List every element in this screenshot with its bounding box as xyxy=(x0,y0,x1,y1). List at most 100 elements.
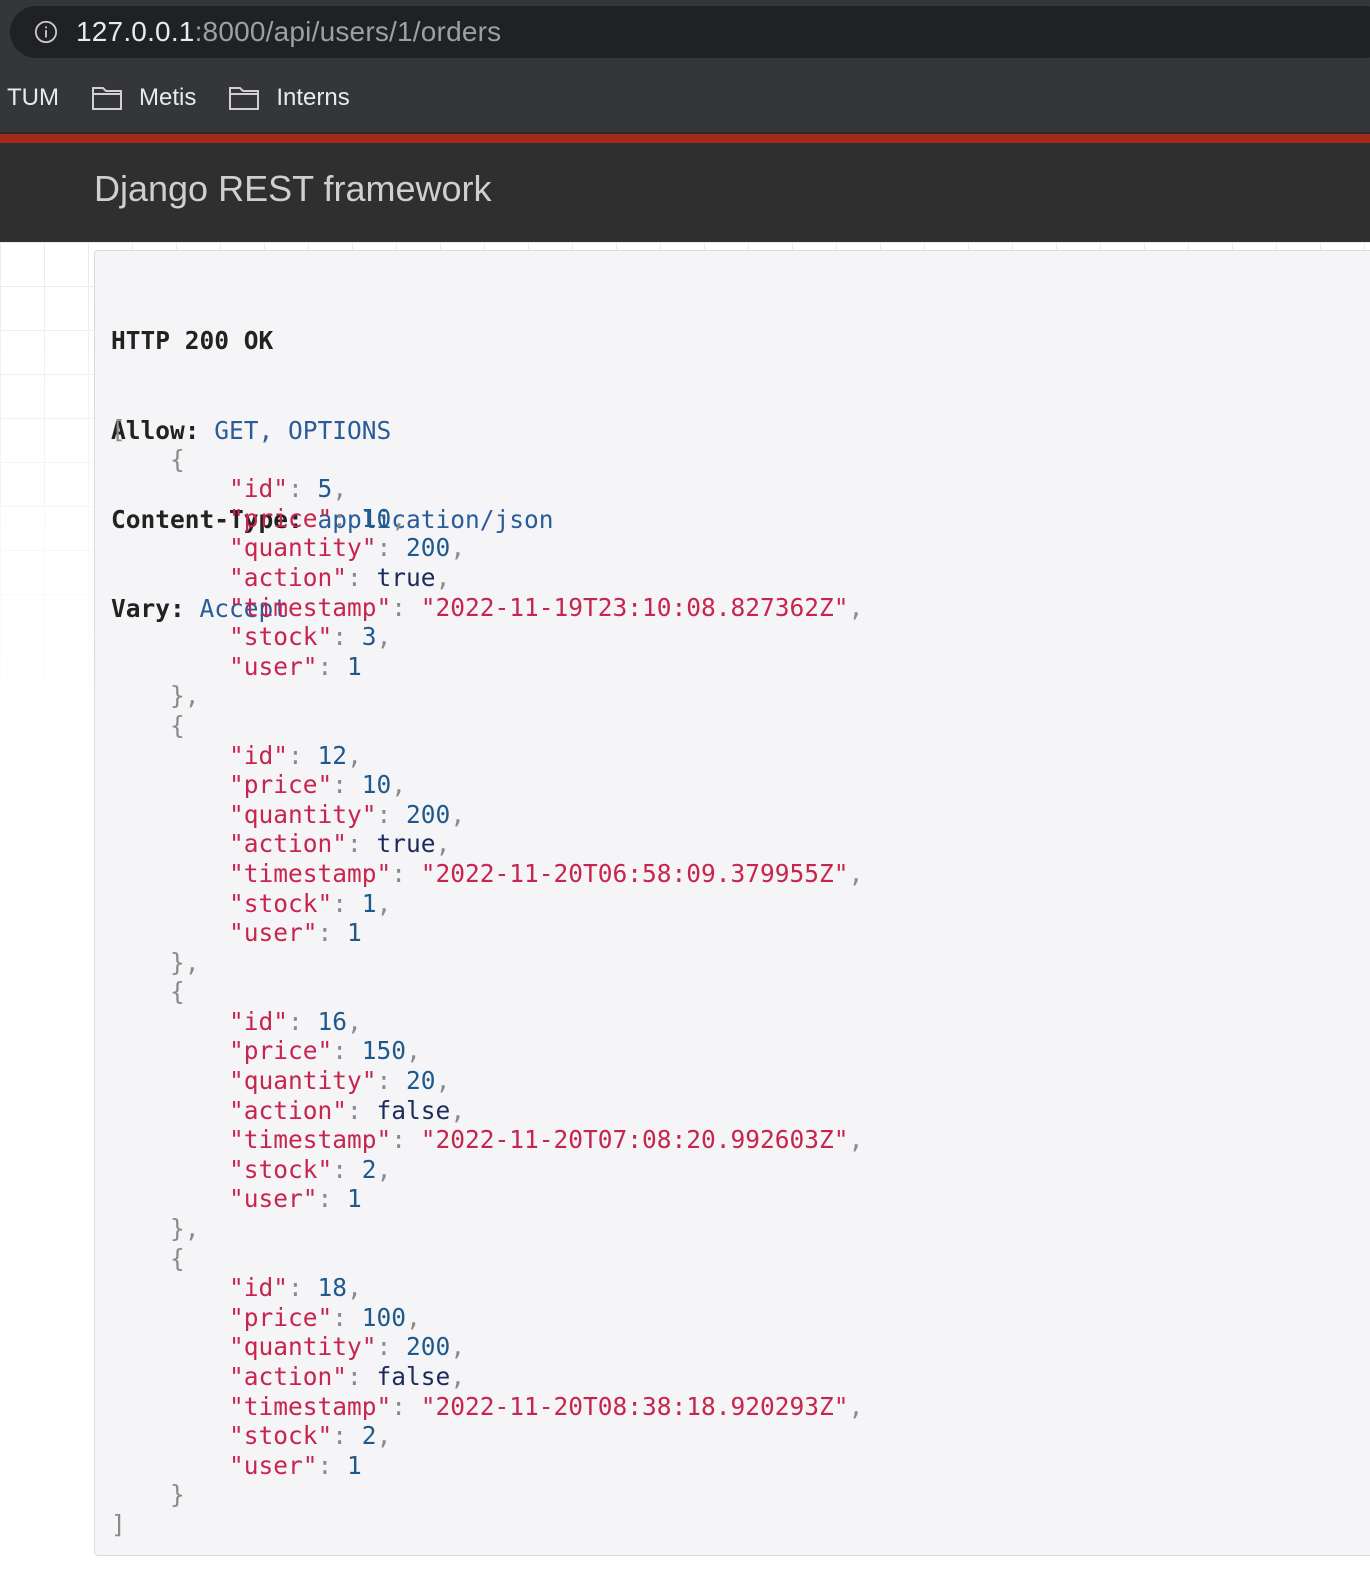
json-comma: , xyxy=(450,1362,466,1391)
json-colon: : xyxy=(347,1095,377,1125)
json-colon: : xyxy=(391,1391,421,1421)
json-comma: , xyxy=(376,1154,392,1184)
bookmark-label: Metis xyxy=(138,84,197,111)
json-value: 5 xyxy=(317,474,333,504)
json-key: "price" xyxy=(229,1036,333,1066)
json-comma: , xyxy=(435,829,451,859)
json-value: 10 xyxy=(361,770,392,800)
json-line: "action": false, xyxy=(111,1362,863,1392)
json-comma: , xyxy=(435,1066,451,1096)
browser-toolbar: 127.0.0.1:8000/api/users/1/orders xyxy=(0,0,1370,64)
json-line: "timestamp": "2022-11-20T07:08:20.992603… xyxy=(111,1125,863,1155)
json-comma: , xyxy=(848,1391,864,1421)
json-key: "user" xyxy=(229,651,318,681)
json-line: "stock": 1, xyxy=(111,889,863,919)
json-value: 2 xyxy=(361,1154,377,1184)
json-brace: }, xyxy=(170,681,200,711)
json-colon: : xyxy=(332,1302,362,1332)
json-key: "action" xyxy=(229,1095,348,1125)
response-panel: HTTP 200 OK Allow: GET, OPTIONS Content-… xyxy=(94,250,1370,1556)
drf-navbar: Django REST framework xyxy=(0,134,1370,242)
json-line: "user": 1 xyxy=(111,1451,863,1481)
json-comma: , xyxy=(347,1273,362,1303)
json-line: "quantity": 200, xyxy=(111,1332,863,1362)
json-value: 1 xyxy=(347,651,362,681)
json-value: 20 xyxy=(406,1066,436,1096)
json-line: "stock": 2, xyxy=(111,1421,863,1451)
json-value: "2022-11-20T07:08:20.992603Z" xyxy=(420,1125,849,1155)
json-line: "price": 150, xyxy=(111,1036,863,1066)
json-colon: : xyxy=(288,474,318,504)
json-value: 1 xyxy=(347,1184,362,1214)
json-key: "user" xyxy=(229,1450,318,1480)
json-line: "timestamp": "2022-11-20T08:38:18.920293… xyxy=(111,1392,863,1422)
json-colon: : xyxy=(347,1362,377,1391)
json-line: "action": false, xyxy=(111,1096,863,1126)
json-line: "id": 18, xyxy=(111,1273,863,1303)
json-key: "price" xyxy=(229,1302,333,1332)
json-value: 10 xyxy=(361,503,392,533)
json-key: "timestamp" xyxy=(229,1125,392,1155)
response-status: HTTP 200 OK xyxy=(111,326,274,356)
json-colon: : xyxy=(376,1332,407,1362)
json-line: "price": 100, xyxy=(111,1303,863,1333)
json-line: { xyxy=(111,711,863,741)
folder-icon xyxy=(91,87,122,110)
navbar-accent-stripe xyxy=(0,134,1370,143)
json-key: "timestamp" xyxy=(229,1391,392,1421)
json-line: "id": 5, xyxy=(111,474,863,504)
json-line: "quantity": 200, xyxy=(111,533,863,563)
json-response-body: [ { "id": 5, "price": 10, "quantity": 20… xyxy=(111,415,863,1540)
json-line: "user": 1 xyxy=(111,652,863,682)
bookmark-tum[interactable]: TUM xyxy=(7,84,59,112)
json-line: }, xyxy=(111,948,863,978)
json-value: "2022-11-19T23:10:08.827362Z" xyxy=(420,592,849,622)
json-value: false xyxy=(376,1362,451,1391)
json-colon: : xyxy=(288,1006,318,1036)
json-line: "action": true, xyxy=(111,563,863,593)
json-brace: }, xyxy=(170,947,200,977)
address-bar[interactable]: 127.0.0.1:8000/api/users/1/orders xyxy=(10,6,1370,58)
json-comma: , xyxy=(376,1421,392,1451)
json-line: "price": 10, xyxy=(111,504,863,534)
navbar-brand[interactable]: Django REST framework xyxy=(94,168,491,210)
json-key: "stock" xyxy=(229,622,333,652)
url-host: 127.0.0.1 xyxy=(76,16,195,47)
json-colon: : xyxy=(391,592,421,622)
bookmarks-bar: TUM Metis Interns xyxy=(0,64,1370,132)
bookmark-folder-metis[interactable]: Metis xyxy=(91,84,196,112)
bookmark-folder-interns[interactable]: Interns xyxy=(228,84,350,112)
json-value: 16 xyxy=(317,1006,348,1036)
json-comma: , xyxy=(450,1095,466,1125)
json-key: "id" xyxy=(229,474,289,504)
json-value: 3 xyxy=(361,622,377,652)
json-colon: : xyxy=(347,562,377,592)
json-line: "id": 16, xyxy=(111,1007,863,1037)
json-brace: { xyxy=(170,444,185,474)
json-key: "stock" xyxy=(229,1421,333,1451)
json-comma: , xyxy=(450,1332,466,1362)
json-colon: : xyxy=(332,1036,362,1066)
json-comma: , xyxy=(376,622,392,652)
json-key: "user" xyxy=(229,1184,318,1214)
json-line: "price": 10, xyxy=(111,770,863,800)
json-key: "price" xyxy=(229,770,333,800)
json-key: "action" xyxy=(229,562,348,592)
json-value: true xyxy=(376,562,436,592)
json-key: "quantity" xyxy=(229,1332,377,1362)
json-line: "timestamp": "2022-11-20T06:58:09.379955… xyxy=(111,859,863,889)
json-comma: , xyxy=(376,888,392,918)
json-value: 150 xyxy=(361,1036,407,1066)
json-line: "quantity": 200, xyxy=(111,800,863,830)
json-colon: : xyxy=(391,1125,421,1155)
info-icon[interactable] xyxy=(34,20,58,44)
json-colon: : xyxy=(376,799,407,829)
json-key: "timestamp" xyxy=(229,592,392,622)
json-key: "id" xyxy=(229,740,289,770)
json-brace: { xyxy=(170,710,185,740)
json-value: 12 xyxy=(317,740,348,770)
json-colon: : xyxy=(317,651,348,681)
json-comma: , xyxy=(347,740,362,770)
url-text[interactable]: 127.0.0.1:8000/api/users/1/orders xyxy=(76,16,501,48)
json-value: true xyxy=(376,829,436,859)
